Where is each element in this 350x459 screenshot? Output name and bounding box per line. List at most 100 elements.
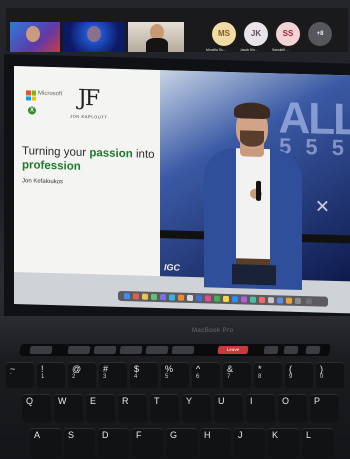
video-tile[interactable] bbox=[63, 22, 125, 52]
key-j[interactable]: J bbox=[234, 428, 265, 458]
key-9[interactable]: (9 bbox=[285, 362, 313, 388]
touchbar-button[interactable] bbox=[93, 346, 117, 354]
app-icon[interactable] bbox=[277, 297, 283, 304]
participant-face bbox=[26, 26, 40, 42]
x-logo-icon: ✕ bbox=[314, 196, 330, 217]
key-e[interactable]: E bbox=[86, 394, 115, 422]
app-icon[interactable] bbox=[205, 295, 211, 302]
app-icon[interactable] bbox=[178, 294, 184, 301]
volume-icon[interactable] bbox=[283, 346, 299, 354]
key-d[interactable]: D bbox=[98, 428, 129, 458]
touchbar-button[interactable] bbox=[145, 346, 169, 354]
microsoft-logo-icon bbox=[26, 90, 36, 101]
key-`[interactable]: ~ ` bbox=[6, 362, 34, 388]
finder-icon[interactable] bbox=[124, 293, 130, 300]
title-middle: into bbox=[132, 148, 155, 161]
app-icon[interactable] bbox=[259, 296, 265, 304]
video-tile[interactable] bbox=[128, 22, 184, 52]
jf-logo: JF bbox=[78, 85, 99, 112]
speaker-photo: ALL 5 5 5 ✕ IGC bbox=[160, 70, 350, 291]
key-t[interactable]: T bbox=[150, 394, 179, 422]
zoom-icon[interactable] bbox=[232, 296, 238, 303]
participant-name: Jacob Kin... bbox=[240, 48, 258, 52]
app-icon[interactable] bbox=[142, 293, 148, 300]
key-3[interactable]: #3 bbox=[99, 362, 127, 388]
key-a[interactable]: A bbox=[30, 428, 61, 458]
key-p[interactable]: P bbox=[310, 394, 339, 422]
app-icon[interactable] bbox=[241, 296, 247, 303]
key-y[interactable]: Y bbox=[182, 394, 211, 422]
key-u[interactable]: U bbox=[214, 394, 243, 422]
macos-dock bbox=[118, 290, 328, 307]
microsoft-wordmark: Microsoft bbox=[38, 90, 63, 98]
app-icon[interactable] bbox=[214, 295, 220, 302]
app-icon[interactable] bbox=[295, 297, 301, 305]
key-0[interactable]: ) 0 bbox=[316, 362, 344, 388]
more-participants-button[interactable]: +8 bbox=[308, 22, 332, 46]
xbox-logo-icon: X bbox=[28, 106, 36, 115]
title-accent-profession: profession bbox=[22, 159, 81, 173]
key-s[interactable]: S bbox=[64, 428, 95, 458]
participant-avatar[interactable]: SS bbox=[276, 22, 300, 46]
jf-logo-subtitle: JON KAPLOUTT bbox=[70, 113, 108, 120]
participant-name: Monella Ss... bbox=[206, 48, 226, 52]
key-5[interactable]: % 5 bbox=[161, 362, 189, 388]
key-i[interactable]: I bbox=[246, 394, 275, 422]
slide-title: Turning your passion into profession bbox=[22, 144, 158, 176]
key-4[interactable]: $4 bbox=[130, 362, 158, 388]
participant-avatar[interactable]: JK bbox=[244, 22, 268, 46]
touch-id-icon[interactable] bbox=[305, 346, 321, 354]
title-prefix: Turning your bbox=[22, 145, 90, 160]
participant-face bbox=[87, 26, 101, 42]
participant-avatar[interactable]: MS bbox=[212, 22, 236, 46]
esc-key[interactable] bbox=[29, 346, 53, 354]
leave-button[interactable]: Leave bbox=[217, 346, 249, 354]
zoom-gallery: MS Monella Ss... JK Jacob Kin... SS Sans… bbox=[6, 8, 348, 52]
key-q[interactable]: Q bbox=[22, 394, 51, 422]
app-icon[interactable] bbox=[286, 297, 292, 304]
app-icon[interactable] bbox=[250, 296, 256, 303]
key-h[interactable]: H bbox=[200, 428, 231, 458]
app-icon[interactable] bbox=[169, 294, 175, 301]
speaker-shirt bbox=[236, 148, 270, 262]
key-o[interactable]: O bbox=[278, 394, 307, 422]
key-8[interactable]: * 8 bbox=[254, 362, 282, 388]
laptop-brand: MacBook Pro bbox=[192, 328, 234, 334]
touch-bar: Leave bbox=[19, 344, 331, 356]
key-g[interactable]: G bbox=[166, 428, 197, 458]
app-icon[interactable] bbox=[151, 293, 157, 300]
touchbar-button[interactable] bbox=[119, 346, 143, 354]
speaker-hair bbox=[234, 102, 270, 120]
brightness-icon[interactable] bbox=[263, 346, 279, 354]
key-2[interactable]: @2 bbox=[68, 362, 96, 388]
touchbar-button[interactable] bbox=[67, 346, 91, 354]
app-icon[interactable] bbox=[187, 294, 193, 301]
app-icon[interactable] bbox=[133, 293, 139, 300]
participant-body bbox=[146, 38, 168, 52]
key-r[interactable]: R bbox=[118, 394, 147, 422]
touchbar-button[interactable] bbox=[171, 346, 195, 354]
presentation-slide: Microsoft X JF JON KAPLOUTT Turning your… bbox=[14, 66, 160, 277]
title-accent-passion: passion bbox=[89, 147, 133, 161]
key-w[interactable]: W bbox=[54, 394, 83, 422]
app-icon[interactable] bbox=[268, 297, 274, 304]
speaker-pants bbox=[232, 264, 276, 286]
key-6[interactable]: ^ 6 bbox=[192, 362, 220, 388]
microphone-icon bbox=[256, 180, 261, 201]
stage-logo: IGC bbox=[164, 262, 181, 273]
app-icon[interactable] bbox=[160, 294, 166, 301]
key-k[interactable]: K bbox=[268, 428, 299, 458]
key-l[interactable]: L bbox=[302, 428, 333, 458]
video-tile[interactable] bbox=[10, 22, 60, 52]
participant-name: Sanskriti ... bbox=[272, 48, 289, 52]
trash-icon[interactable] bbox=[306, 298, 312, 305]
slide-author: Jon Kefaloukos bbox=[22, 178, 64, 186]
key-f[interactable]: F bbox=[132, 428, 163, 458]
app-icon[interactable] bbox=[223, 295, 229, 303]
laptop-screen: Microsoft X JF JON KAPLOUTT Turning your… bbox=[14, 66, 350, 314]
speaker-beard bbox=[240, 130, 264, 147]
key-7[interactable]: & 7 bbox=[223, 362, 251, 388]
app-icon[interactable] bbox=[196, 295, 202, 302]
key-1[interactable]: ! 1 bbox=[37, 362, 65, 388]
laptop-photo: MS Monella Ss... JK Jacob Kin... SS Sans… bbox=[0, 0, 350, 459]
